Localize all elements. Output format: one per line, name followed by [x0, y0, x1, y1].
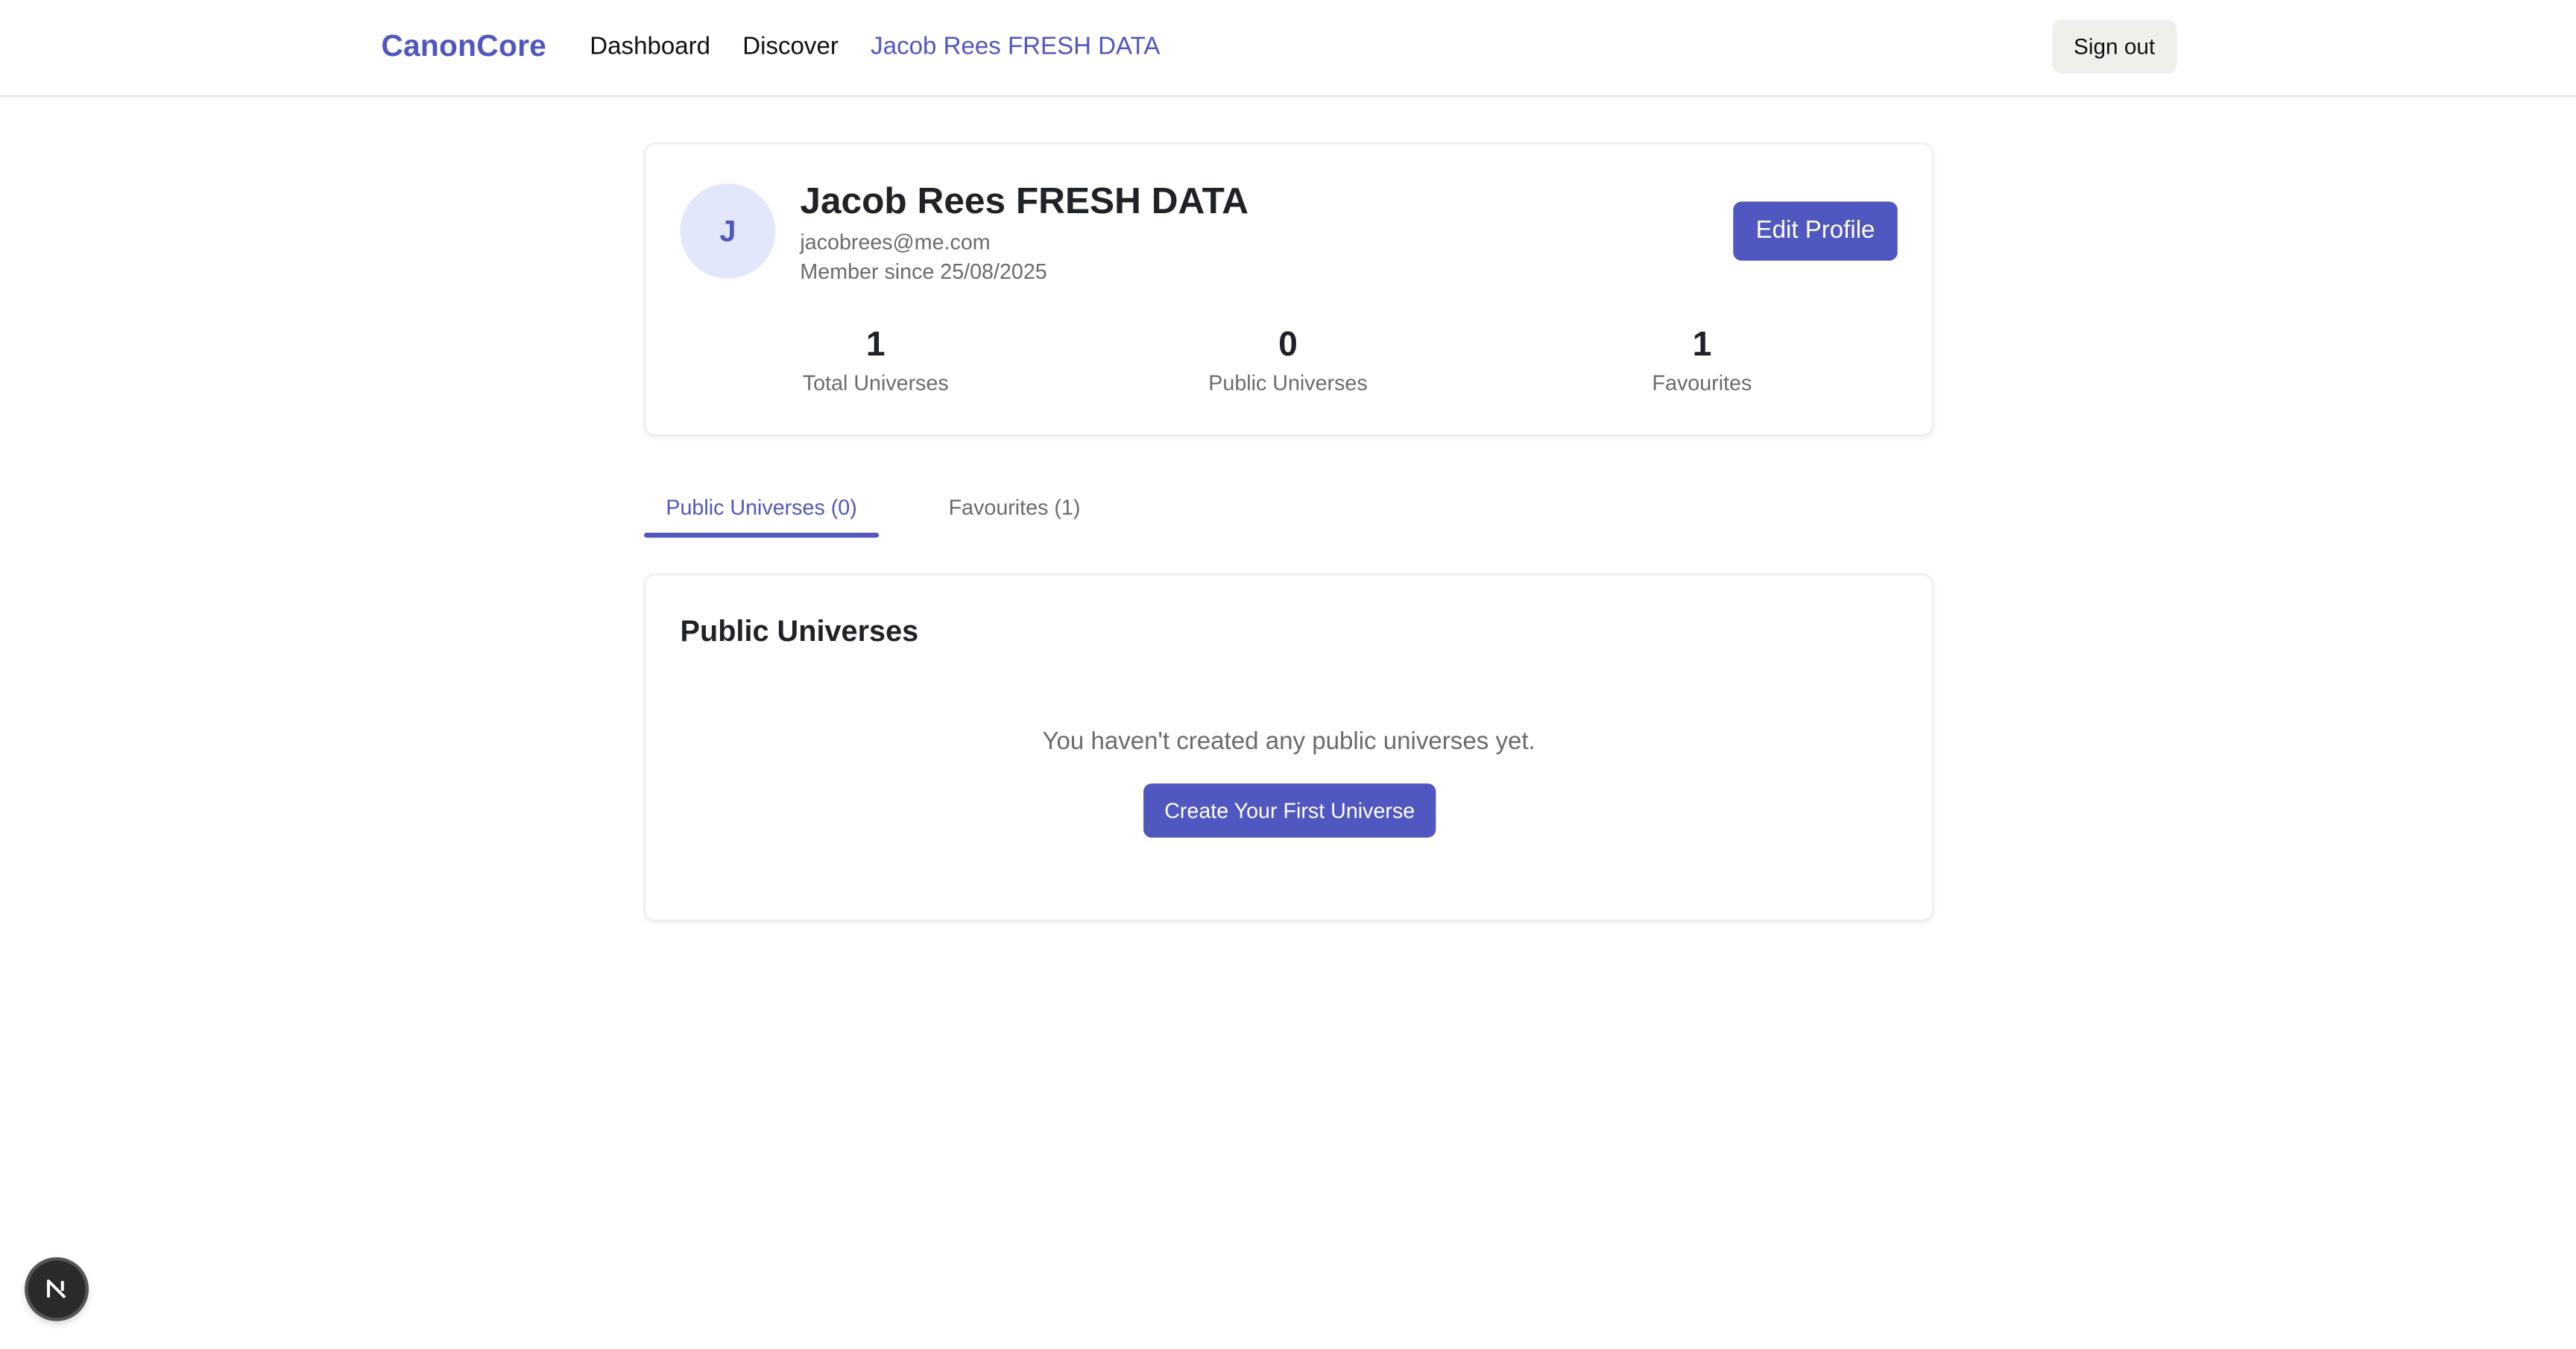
stat-public-universes: 0 Public Universes	[1124, 324, 1453, 395]
page: CanonCore Dashboard Discover Jacob Rees …	[0, 0, 2576, 1349]
stat-value: 0	[1278, 326, 1298, 364]
nextjs-logo-icon	[47, 1279, 66, 1299]
nextjs-dev-indicator-button[interactable]	[28, 1260, 86, 1318]
stat-value: 1	[1692, 326, 1712, 364]
avatar: J	[680, 183, 776, 279]
nav-link-discover[interactable]: Discover	[742, 33, 839, 60]
stat-label: Public Universes	[1208, 370, 1368, 396]
public-universes-panel: Public Universes You haven't created any…	[644, 573, 1934, 922]
profile-email: jacobrees@me.com	[800, 229, 991, 254]
tab-public-universes[interactable]: Public Universes (0)	[644, 495, 879, 537]
stat-value: 1	[865, 326, 886, 364]
stat-label: Favourites	[1652, 370, 1752, 396]
edit-profile-button[interactable]: Edit Profile	[1733, 201, 1898, 261]
stat-label: Total Universes	[802, 370, 949, 396]
top-navigation-bar: CanonCore Dashboard Discover Jacob Rees …	[0, 0, 2576, 97]
section-title: Public Universes	[680, 614, 919, 648]
active-tab-indicator	[644, 532, 880, 538]
brand-logo-link[interactable]: CanonCore	[381, 28, 546, 63]
nav-link-dashboard[interactable]: Dashboard	[590, 33, 710, 60]
member-since: Member since 25/08/2025	[800, 259, 1047, 284]
nav-link-profile[interactable]: Jacob Rees FRESH DATA	[871, 33, 1160, 60]
tab-favourites[interactable]: Favourites (1)	[936, 495, 1092, 537]
stat-total-universes: 1 Total Universes	[711, 324, 1040, 395]
empty-state-message: You haven't created any public universes…	[1042, 727, 1535, 756]
create-first-universe-button[interactable]: Create Your First Universe	[1143, 783, 1436, 838]
profile-name: Jacob Rees FRESH DATA	[800, 180, 1249, 221]
profile-card: J Jacob Rees FRESH DATA jacobrees@me.com…	[644, 142, 1934, 437]
stat-favourites: 1 Favourites	[1538, 324, 1866, 395]
sign-out-button[interactable]: Sign out	[2051, 19, 2177, 74]
